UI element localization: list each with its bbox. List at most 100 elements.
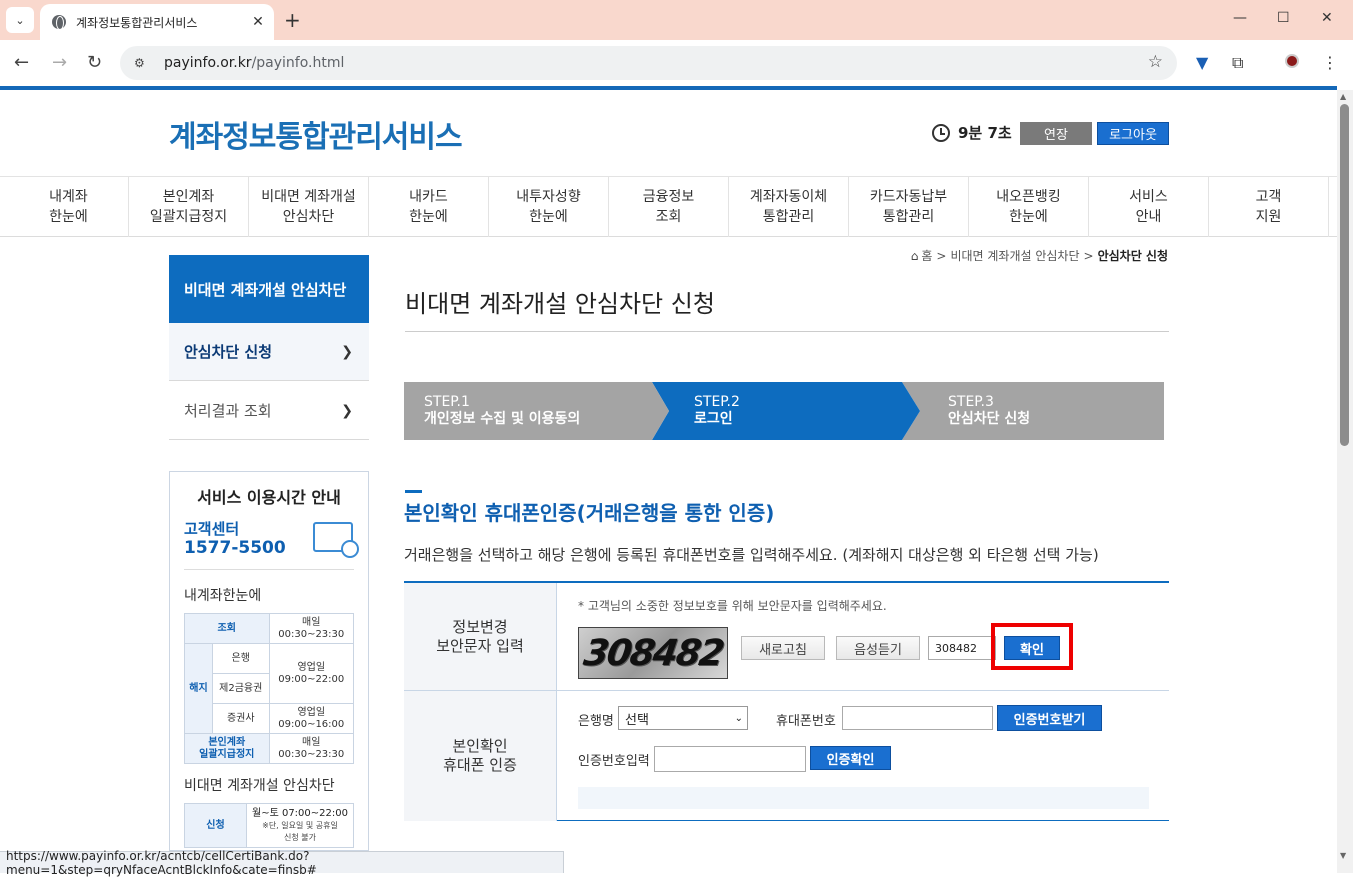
service-hours-table-2: 신청 월~토 07:00~22:00 ※단, 일요일 및 공휴일 신청 불가 <box>184 803 354 848</box>
customer-center-phone: 1577-5500 <box>184 538 286 558</box>
nav-customer-support[interactable]: 고객 지원 <box>1209 177 1329 237</box>
breadcrumb-level1[interactable]: 비대면 계좌개설 안심차단 <box>950 247 1079 264</box>
code-label: 인증번호입력 <box>578 754 650 769</box>
tab-search-button[interactable]: ⌄ <box>6 7 34 33</box>
breadcrumb-current: 안심차단 신청 <box>1097 249 1168 263</box>
row-time: 매일 00:30~23:30 <box>268 733 355 764</box>
site-info-icon[interactable]: ⚙ <box>134 56 150 70</box>
bank-select[interactable]: 선택 ⌄ <box>618 706 748 730</box>
chevron-right-icon: ❯ <box>341 402 353 419</box>
nav-service-guide[interactable]: 서비스 안내 <box>1089 177 1209 237</box>
verify-code-button[interactable]: 인증확인 <box>810 746 891 770</box>
step-3: STEP.3 안심차단 신청 <box>902 382 1164 440</box>
extensions-puzzle-icon[interactable]: ⧉ <box>1232 53 1243 73</box>
phone-input[interactable] <box>842 706 993 730</box>
service-hours-title: 서비스 이용시간 안내 <box>197 488 341 507</box>
lnb-item-label: 처리결과 조회 <box>184 402 272 420</box>
url-text: payinfo.or.kr/payinfo.html <box>164 55 345 71</box>
extension-icon[interactable]: ▼ <box>1196 53 1208 72</box>
profile-avatar[interactable] <box>1285 54 1299 68</box>
step-name: 안심차단 신청 <box>948 411 1031 427</box>
step-number: STEP.3 <box>948 394 994 410</box>
row-sublabel: 증권사 <box>212 703 270 734</box>
section-title: 본인확인 휴대폰인증(거래은행을 통한 인증) <box>404 501 775 525</box>
nav-investment-profile[interactable]: 내투자성향 한눈에 <box>489 177 609 237</box>
step-number: STEP.1 <box>424 394 470 410</box>
captcha-row: 정보변경 보안문자 입력 * 고객님의 소중한 정보보호를 위해 보안문자를 입… <box>404 583 1169 691</box>
captcha-refresh-button[interactable]: 새로고침 <box>741 636 825 660</box>
site-logo[interactable]: 계좌정보통합관리서비스 <box>169 112 463 156</box>
close-tab-icon[interactable]: ✕ <box>248 14 268 30</box>
captcha-audio-button[interactable]: 음성듣기 <box>836 636 920 660</box>
phone-verify-row-label: 본인확인 휴대폰 인증 <box>404 691 557 821</box>
lnb-title: 비대면 계좌개설 안심차단 <box>169 255 369 323</box>
row-time: 영업일 09:00~22:00 <box>268 643 355 704</box>
extend-session-button[interactable]: 연장 <box>1020 122 1092 145</box>
row-time: 매일 00:30~23:30 <box>268 613 355 644</box>
breadcrumb-home[interactable]: 홈 <box>921 247 932 264</box>
verification-form: 정보변경 보안문자 입력 * 고객님의 소중한 정보보호를 위해 보안문자를 입… <box>404 581 1169 821</box>
nav-account-suspend[interactable]: 본인계좌 일괄지급정지 <box>129 177 249 237</box>
browser-tab-bar: ⌄ 계좌정보통합관리서비스 ✕ + — ☐ ✕ <box>0 0 1353 40</box>
phone-verify-row: 본인확인 휴대폰 인증 은행명 선택 ⌄ 휴대폰번호 인증번호받기 인증번호입력… <box>404 691 1169 821</box>
row-time: 월~토 07:00~22:00 <box>252 807 348 819</box>
customer-center-label: 고객센터 <box>184 520 240 538</box>
back-icon[interactable]: ← <box>14 52 29 73</box>
session-timer: 9분 7초 <box>932 122 1012 143</box>
status-bar-url: https://www.payinfo.or.kr/acntcb/cellCer… <box>0 849 564 877</box>
service-section-title: 내계좌한눈에 <box>184 588 262 604</box>
phone-label: 휴대폰번호 <box>776 714 836 729</box>
browser-tab[interactable]: 계좌정보통합관리서비스 ✕ <box>40 4 274 40</box>
step-name: 로그인 <box>694 411 733 427</box>
lnb-item-result[interactable]: 처리결과 조회 ❯ <box>169 382 369 440</box>
request-code-button[interactable]: 인증번호받기 <box>997 705 1102 731</box>
service-hours-box: 서비스 이용시간 안내 고객센터 1577-5500 내계좌한눈에 조회 매일 … <box>169 471 369 851</box>
browser-menu-icon[interactable]: ⋮ <box>1322 53 1338 72</box>
forward-icon[interactable]: → <box>52 52 67 73</box>
new-tab-button[interactable]: + <box>284 8 301 32</box>
nav-financial-info[interactable]: 금융정보 조회 <box>609 177 729 237</box>
reload-icon[interactable]: ↻ <box>87 52 102 73</box>
divider <box>184 569 354 570</box>
address-bar[interactable]: ⚙ payinfo.or.kr/payinfo.html ☆ <box>120 46 1177 80</box>
chevron-down-icon: ⌄ <box>734 712 743 724</box>
nav-my-accounts[interactable]: 내계좌 한눈에 <box>9 177 129 237</box>
top-accent-line <box>0 86 1337 90</box>
scrollbar-thumb[interactable] <box>1340 104 1349 446</box>
captcha-image: 308482 <box>578 627 728 679</box>
bank-select-value: 선택 <box>625 712 649 728</box>
row-label: 조회 <box>184 613 270 644</box>
main-navigation: 내계좌 한눈에 본인계좌 일괄지급정지 비대면 계좌개설 안심차단 내카드 한눈… <box>0 176 1337 237</box>
lnb-item-apply[interactable]: 안심차단 신청 ❯ <box>169 323 369 381</box>
home-icon[interactable]: ⌂ <box>911 249 919 263</box>
scroll-down-icon[interactable]: ▼ <box>1340 851 1346 860</box>
chevron-right-icon: ❯ <box>341 343 353 360</box>
lnb-item-label: 안심차단 신청 <box>184 343 273 361</box>
row-time: 영업일 09:00~16:00 <box>268 703 355 734</box>
bookmark-star-icon[interactable]: ☆ <box>1148 52 1163 72</box>
service-section-title: 비대면 계좌개설 안심차단 <box>184 778 335 794</box>
close-window-button[interactable]: ✕ <box>1321 10 1333 26</box>
scroll-up-icon[interactable]: ▲ <box>1340 92 1346 101</box>
nav-open-banking[interactable]: 내오픈뱅킹 한눈에 <box>969 177 1089 237</box>
logout-button[interactable]: 로그아웃 <box>1097 122 1169 145</box>
computer-clock-icon <box>313 522 359 558</box>
captcha-input[interactable]: 308482 <box>928 636 996 660</box>
timer-text: 9분 7초 <box>958 124 1012 142</box>
row-sublabel: 제2금융권 <box>212 673 270 704</box>
nav-my-cards[interactable]: 내카드 한눈에 <box>369 177 489 237</box>
nav-account-opening-block[interactable]: 비대면 계좌개설 안심차단 <box>249 177 369 237</box>
step-2: STEP.2 로그인 <box>652 382 920 440</box>
nav-auto-transfer[interactable]: 계좌자동이체 통합관리 <box>729 177 849 237</box>
maximize-button[interactable]: ☐ <box>1277 10 1290 26</box>
row-label: 신청 <box>184 803 247 848</box>
minimize-button[interactable]: — <box>1233 10 1247 26</box>
step-number: STEP.2 <box>694 394 740 410</box>
code-input[interactable] <box>654 746 806 772</box>
highlight-box <box>991 623 1073 670</box>
section-description: 거래은행을 선택하고 해당 은행에 등록된 휴대폰번호를 입력해주세요. (계좌… <box>404 546 1099 564</box>
nav-card-auto-pay[interactable]: 카드자동납부 통합관리 <box>849 177 969 237</box>
step-1: STEP.1 개인정보 수집 및 이용동의 <box>404 382 669 440</box>
breadcrumb: ⌂ 홈 > 비대면 계좌개설 안심차단 > 안심차단 신청 <box>910 247 1168 264</box>
section-accent <box>405 490 422 493</box>
